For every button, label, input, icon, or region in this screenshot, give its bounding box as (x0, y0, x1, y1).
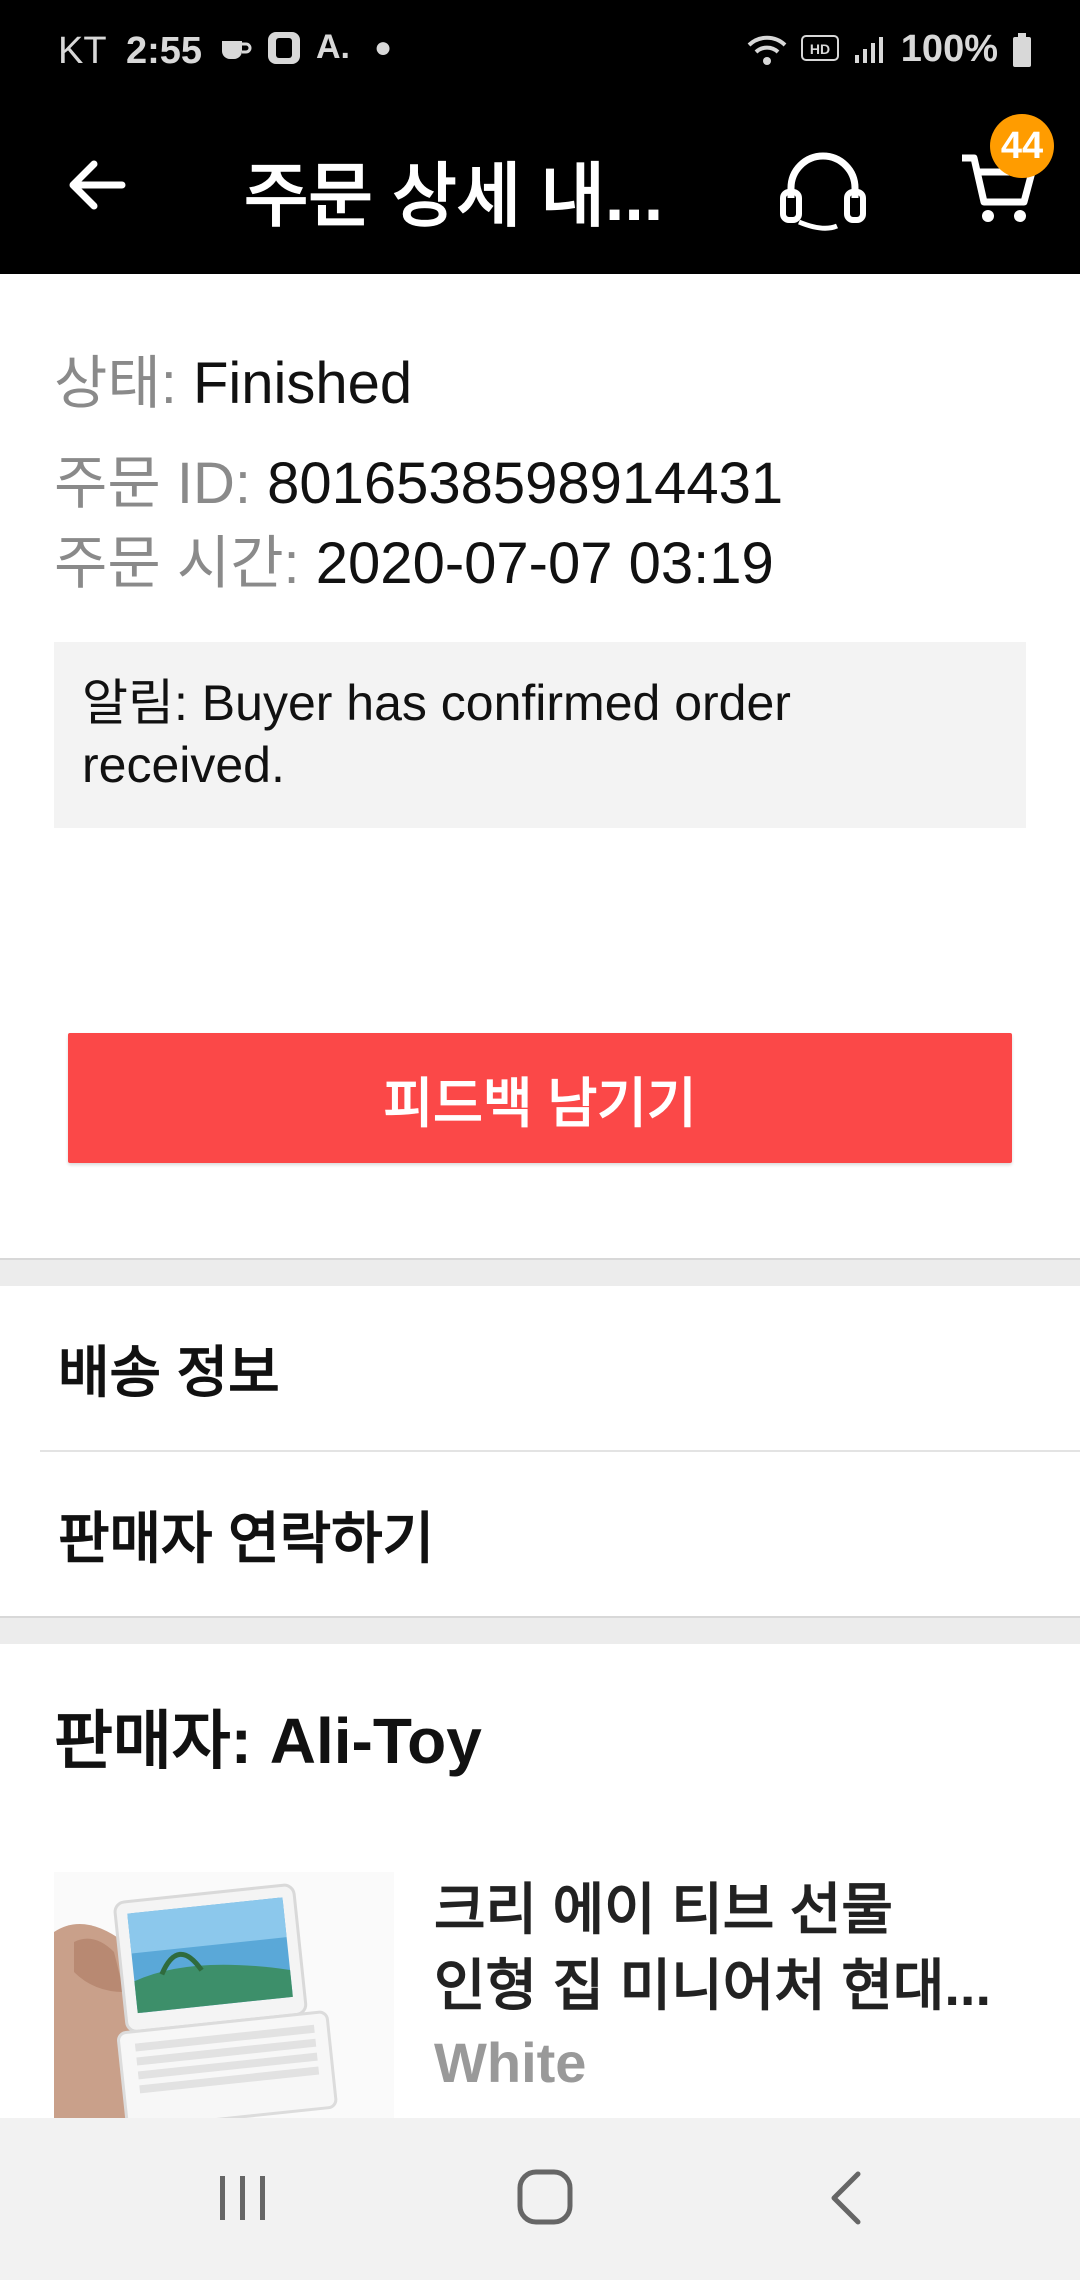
product-title-line-1: 크리 에이 티브 선물 (434, 1878, 893, 1941)
coffee-icon (222, 40, 252, 59)
app-notification-icon (268, 31, 300, 64)
notification-icons: A. ● (218, 28, 392, 67)
status-label: 상태: (54, 351, 193, 416)
battery-icon (1013, 32, 1031, 67)
section-separator (0, 1616, 1080, 1644)
product-thumbnail[interactable] (54, 1872, 394, 2118)
product-title[interactable]: 크리 에이 티브 선물 인형 집 미니어처 현대... (434, 1872, 1034, 2024)
product-variant: White (434, 2031, 587, 2094)
system-nav-bar (0, 2118, 1080, 2280)
order-id-label: 주문 ID: (54, 451, 268, 516)
contact-seller-item[interactable]: 판매자 연락하기 (0, 1452, 1080, 1616)
system-icons: HD 100% (747, 28, 1032, 71)
recent-apps-icon[interactable] (198, 2158, 288, 2238)
seller-name[interactable]: 판매자: Ali-Toy (54, 1690, 482, 1782)
order-time-label: 주문 시간: (54, 531, 316, 596)
order-id-value[interactable]: 8016538598914431 (267, 451, 783, 516)
cart-count-badge: 44 (990, 114, 1054, 178)
order-time-row: 주문 시간: 2020-07-07 03:19 (54, 516, 774, 600)
order-status-row: 상태: Finished (54, 336, 412, 420)
battery-percent: 100% (900, 28, 998, 70)
status-bar: KT 2:55 A. ● HD 100% (0, 0, 1080, 100)
back-icon[interactable] (802, 2158, 892, 2238)
wifi-icon (747, 35, 787, 65)
notice-line-1: 알림: Buyer has confirmed order (82, 675, 791, 731)
carrier-label: KT (58, 30, 107, 72)
dot-icon: ● (374, 30, 393, 64)
app-bar: 주문 상세 내... 44 (0, 100, 1080, 274)
clock: 2:55 (126, 30, 203, 72)
hd-icon: HD (800, 34, 839, 61)
order-id-row: 주문 ID: 8016538598914431 (54, 436, 783, 520)
home-icon[interactable] (500, 2158, 590, 2238)
page-title: 주문 상세 내... (244, 157, 664, 235)
shipping-info-item[interactable]: 배송 정보 (0, 1286, 1080, 1450)
back-arrow-icon[interactable] (62, 150, 132, 220)
svg-text:HD: HD (810, 41, 830, 57)
leave-feedback-button[interactable]: 피드백 남기기 (68, 1033, 1012, 1163)
section-separator (0, 1258, 1080, 1286)
status-value: Finished (192, 351, 413, 416)
order-time-value: 2020-07-07 03:19 (315, 531, 774, 596)
product-title-line-2: 인형 집 미니어처 현대... (434, 1954, 992, 2017)
headset-icon[interactable] (775, 142, 871, 238)
a-notification-icon: A. (316, 28, 350, 66)
order-notice: 알림: Buyer has confirmed order received. (54, 642, 1026, 828)
notice-line-2: received. (82, 737, 285, 793)
signal-icon (854, 36, 883, 63)
